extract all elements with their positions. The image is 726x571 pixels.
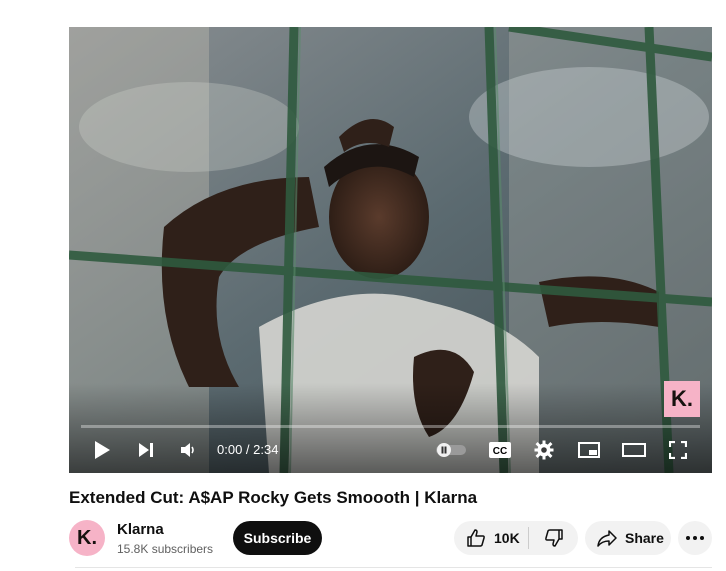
thumbs-up-icon	[467, 529, 485, 547]
section-divider	[75, 567, 712, 568]
captions-button[interactable]: CC	[487, 435, 513, 465]
dislike-button[interactable]	[529, 521, 578, 555]
time-display: 0:00 / 2:34	[217, 442, 279, 457]
miniplayer-icon	[578, 442, 600, 458]
like-button[interactable]: 10K	[454, 521, 528, 555]
gear-icon	[534, 440, 554, 460]
subscriber-count: 15.8K subscribers	[117, 542, 214, 556]
channel-name[interactable]: Klarna	[117, 521, 164, 538]
like-dislike-group: 10K	[454, 521, 578, 555]
settings-button[interactable]	[531, 435, 557, 465]
autoplay-toggle-icon	[436, 443, 466, 457]
more-actions-button[interactable]	[678, 521, 712, 555]
like-count: 10K	[494, 530, 520, 546]
thumbs-down-icon	[544, 529, 563, 547]
next-icon	[139, 443, 153, 457]
theater-icon	[622, 443, 646, 457]
next-button[interactable]	[133, 435, 159, 465]
channel-avatar[interactable]: K.	[69, 520, 105, 556]
video-player[interactable]: K. 0:00 / 2:34 CC	[69, 27, 712, 473]
more-horizontal-icon	[686, 536, 704, 540]
video-title: Extended Cut: A$AP Rocky Gets Smoooth | …	[69, 488, 478, 507]
svg-text:CC: CC	[493, 446, 507, 457]
fullscreen-button[interactable]	[665, 435, 691, 465]
play-icon	[95, 441, 110, 459]
channel-watermark[interactable]: K.	[664, 381, 700, 417]
captions-icon: CC	[489, 442, 511, 458]
theater-mode-button[interactable]	[619, 435, 649, 465]
share-arrow-icon	[597, 530, 617, 547]
volume-icon	[181, 443, 194, 457]
autoplay-toggle[interactable]	[435, 435, 467, 465]
share-button[interactable]: Share	[585, 521, 671, 555]
miniplayer-button[interactable]	[575, 435, 603, 465]
player-controls: 0:00 / 2:34 CC	[69, 435, 712, 465]
subscribe-button[interactable]: Subscribe	[233, 521, 322, 555]
play-button[interactable]	[89, 435, 115, 465]
fullscreen-icon	[669, 441, 687, 459]
share-label: Share	[625, 530, 664, 546]
progress-bar[interactable]	[81, 425, 700, 428]
volume-button[interactable]	[175, 435, 201, 465]
